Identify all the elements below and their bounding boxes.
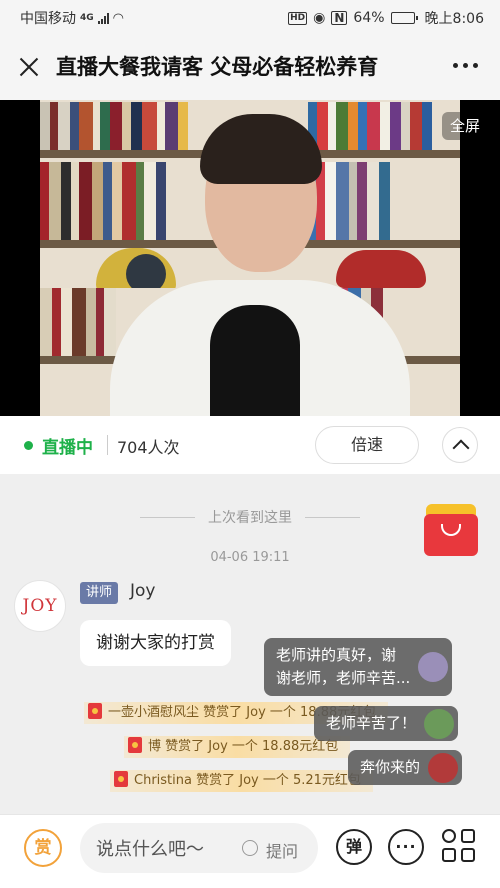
clock: 晚上8:06 [424, 11, 484, 27]
avatar [418, 652, 449, 682]
red-packet-icon [88, 703, 102, 719]
chevron-up-icon[interactable] [442, 427, 478, 463]
battery-icon [390, 12, 418, 24]
danmu-text: 老师辛苦了！ [326, 714, 417, 732]
status-bar: 中国移动 4G ◠ HD ◉ N 64% 晚上8:06 [0, 0, 500, 34]
live-status: 直播中 [42, 438, 93, 458]
playback-speed-button[interactable]: 倍速 [315, 426, 419, 464]
ask-question-label[interactable]: 提问 [266, 838, 298, 862]
message-timestamp: 04-06 19:11 [210, 550, 290, 565]
danmu-bubble: 老师辛苦了！ [314, 706, 459, 741]
gift-text: 赞赏了 Joy 一个 18.88元红包 [165, 739, 339, 754]
gift-sender: 博 [148, 739, 162, 754]
gift-text: 赞赏了 Joy 一个 5.21元红包 [196, 773, 361, 788]
danmu-text: 老师讲的真好，谢 [276, 646, 397, 664]
message-author: Joy [130, 581, 156, 601]
hd-icon: HD [288, 11, 308, 25]
danmu-text: 奔你来的 [360, 758, 421, 776]
divider [107, 435, 108, 455]
network-label: 4G [80, 13, 94, 23]
gift-sender: 一壶小酒慰风尘 [108, 705, 200, 720]
reward-button[interactable]: 赏 [24, 829, 62, 867]
chat-area[interactable]: 上次看到这里 04-06 19:11 JOY 讲师 Joy 谢谢大家的打赏 一壶… [0, 474, 500, 814]
comment-placeholder: 说点什么吧～ [96, 839, 204, 860]
video-frame [40, 100, 460, 416]
wifi-icon: ◠ [112, 10, 124, 26]
ask-question-radio[interactable] [242, 840, 258, 856]
lecturer-badge: 讲师 [80, 582, 119, 604]
eye-icon: ◉ [313, 10, 326, 26]
page-title: 直播大餐我请客 父母必备轻松养育 [56, 55, 379, 79]
carrier-label: 中国移动 [20, 11, 76, 27]
gift-notice: Christina 赞赏了 Joy 一个 5.21元红包 [110, 770, 373, 792]
bottom-toolbar: 赏 说点什么吧～ 提问 弹 [0, 814, 500, 888]
avatar [424, 708, 455, 739]
comment-input[interactable]: 说点什么吧～ 提问 [80, 823, 318, 873]
signal-icon [97, 12, 109, 24]
danmu-text: 谢老师，老师辛苦... [276, 669, 411, 687]
red-packet-icon [114, 771, 128, 787]
nfc-icon: N [331, 11, 348, 25]
video-player[interactable]: 全屏 [0, 100, 500, 416]
chat-bubble-icon[interactable] [388, 829, 424, 865]
danmu-bubble: 老师讲的真好，谢 谢老师，老师辛苦... [264, 638, 453, 696]
gift-sender: Christina [134, 773, 192, 788]
danmu-bubble: 奔你来的 [348, 750, 463, 785]
live-info-bar: 直播中 704人次 倍速 [0, 416, 500, 474]
avatar[interactable]: JOY [14, 580, 66, 632]
battery-level: 64% [353, 10, 385, 26]
live-dot-icon [24, 441, 33, 450]
title-bar: 直播大餐我请客 父母必备轻松养育 [0, 34, 500, 100]
gift-bag-icon[interactable] [424, 504, 478, 556]
close-icon[interactable] [14, 52, 44, 82]
danmu-toggle-button[interactable]: 弹 [336, 829, 372, 865]
message-bubble: 谢谢大家的打赏 [80, 620, 231, 666]
red-packet-icon [128, 737, 142, 753]
viewer-count: 704人次 [117, 438, 180, 457]
avatar [428, 752, 459, 783]
presenter-shirt [210, 305, 300, 416]
grid-menu-icon[interactable] [442, 829, 476, 863]
fullscreen-button[interactable]: 全屏 [441, 112, 488, 140]
more-icon[interactable] [453, 63, 478, 68]
last-seen-marker[interactable]: 上次看到这里 [140, 507, 360, 527]
